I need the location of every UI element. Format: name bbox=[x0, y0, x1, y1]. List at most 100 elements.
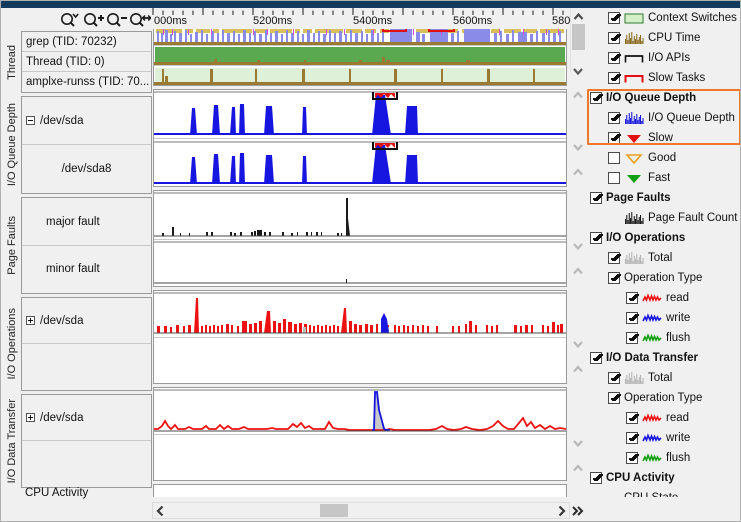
timeline-chart-area[interactable] bbox=[152, 29, 570, 497]
horizontal-scrollbar[interactable] bbox=[152, 502, 570, 519]
track-row-dev-sda-ops[interactable]: /dev/sda bbox=[22, 298, 151, 344]
chevron-down-icon[interactable] bbox=[572, 66, 584, 76]
legend-checkbox-page-faults-group[interactable] bbox=[590, 192, 602, 204]
track-row-dev-sda-transfer[interactable]: /dev/sda bbox=[22, 395, 151, 441]
zoom-fit-icon[interactable] bbox=[128, 10, 151, 28]
legend-checkbox-io-data-transfer-group[interactable] bbox=[590, 352, 602, 364]
legend-item-io-operations-total[interactable]: Total bbox=[586, 248, 740, 268]
legend-checkbox-context-switches[interactable] bbox=[608, 12, 620, 24]
legend-item-io-operations-write[interactable]: write bbox=[586, 308, 740, 328]
legend-item-io-data-transfer-total[interactable]: Total bbox=[586, 368, 740, 388]
track-row-major-fault[interactable]: major fault bbox=[22, 198, 151, 246]
chart-row-major-fault[interactable] bbox=[154, 191, 566, 239]
track-row-dev-sda-queue[interactable]: /dev/sda bbox=[22, 97, 151, 145]
vertical-scrollbar[interactable] bbox=[570, 8, 585, 72]
chart-row-grep-tid-70232[interactable] bbox=[154, 29, 566, 45]
track-row[interactable]: grep (TID: 70232) bbox=[22, 32, 151, 52]
chart-row-dev-sda-operations[interactable] bbox=[154, 291, 566, 337]
legend-item-page-faults-group[interactable]: Page Faults bbox=[586, 188, 740, 208]
legend-item-context-switches[interactable]: Context Switches bbox=[586, 8, 740, 28]
collapse-minus-icon[interactable] bbox=[26, 116, 35, 125]
legend-checkbox-slow[interactable] bbox=[608, 132, 620, 144]
legend-checkbox-io-data-transfer-read[interactable] bbox=[626, 412, 638, 424]
expand-plus-icon[interactable] bbox=[26, 413, 35, 422]
chart-row-dev-sda-queue-depth[interactable] bbox=[154, 90, 566, 138]
timeline-ruler[interactable]: 000ms 5200ms 5400ms 5600ms 5800ms bbox=[152, 8, 570, 29]
vertical-scrollbar-thumb[interactable] bbox=[572, 24, 585, 50]
legend-item-io-queue-depth-group[interactable]: I/O Queue Depth bbox=[586, 88, 740, 108]
chart-row-cpu-activity[interactable] bbox=[154, 485, 566, 497]
chevron-up-icon[interactable] bbox=[572, 364, 584, 374]
chevron-up-icon[interactable] bbox=[573, 12, 584, 22]
track-row-minor-fault[interactable]: minor fault bbox=[22, 246, 151, 292]
track-row-dev-sda8-queue[interactable]: /dev/sda8 bbox=[22, 145, 151, 192]
legend-tree[interactable]: Context Switches CPU Time I/O APIs Slow Tas… bbox=[586, 8, 740, 497]
legend-item-io-operations-group[interactable]: I/O Operations bbox=[586, 228, 740, 248]
track-row[interactable]: amplxe-runss (TID: 70... bbox=[22, 72, 151, 92]
zoom-out-icon[interactable] bbox=[105, 10, 128, 28]
legend-item-io-data-transfer-group[interactable]: I/O Data Transfer bbox=[586, 348, 740, 368]
legend-item-io-operations-flush[interactable]: flush bbox=[586, 328, 740, 348]
legend-item-io-apis[interactable]: I/O APIs bbox=[586, 48, 740, 68]
legend-item-io-data-transfer-write[interactable]: write bbox=[586, 428, 740, 448]
expand-plus-icon[interactable] bbox=[26, 316, 35, 325]
chart-row-thread-tid-0[interactable] bbox=[154, 45, 566, 65]
track-row-transfer-empty[interactable] bbox=[22, 441, 151, 487]
legend-item-slow-tasks[interactable]: Slow Tasks bbox=[586, 68, 740, 88]
legend-checkbox-io-operations-total[interactable] bbox=[608, 252, 620, 264]
chevron-down-icon[interactable] bbox=[572, 241, 584, 251]
legend-item-io-operations-operation-type[interactable]: Operation Type bbox=[586, 268, 740, 288]
legend-item-cpu-time[interactable]: CPU Time bbox=[586, 28, 740, 48]
chart-row-operations-blank[interactable] bbox=[154, 337, 566, 383]
legend-item-io-data-transfer-flush[interactable]: flush bbox=[586, 448, 740, 468]
legend-checkbox-io-data-transfer-operation-type[interactable] bbox=[608, 392, 620, 404]
chart-row-transfer-blank[interactable] bbox=[154, 434, 566, 480]
legend-checkbox-io-operations-write[interactable] bbox=[626, 312, 638, 324]
legend-checkbox-io-operations-group[interactable] bbox=[590, 232, 602, 244]
chevron-left-icon[interactable] bbox=[155, 505, 166, 517]
chevron-down-icon[interactable] bbox=[572, 438, 584, 448]
chevron-up-icon[interactable] bbox=[572, 167, 584, 177]
horizontal-scrollbar-thumb[interactable] bbox=[320, 504, 348, 517]
legend-checkbox-io-operations-flush[interactable] bbox=[626, 332, 638, 344]
legend-item-good[interactable]: Good bbox=[586, 148, 740, 168]
legend-item-fast[interactable]: Fast bbox=[586, 168, 740, 188]
legend-checkbox-io-queue-depth-group[interactable] bbox=[590, 92, 602, 104]
legend-checkbox-io-operations-operation-type[interactable] bbox=[608, 272, 620, 284]
chevron-down-icon[interactable] bbox=[572, 142, 584, 152]
legend-item-io-data-transfer-read[interactable]: read bbox=[586, 408, 740, 428]
chart-row-dev-sda8-queue-depth[interactable] bbox=[154, 138, 566, 186]
chevron-down-icon[interactable] bbox=[572, 339, 584, 349]
legend-checkbox-io-queue-depth-series[interactable] bbox=[608, 112, 620, 124]
legend-item-io-queue-depth-series[interactable]: I/O Queue Depth bbox=[586, 108, 740, 128]
legend-item-io-operations-read[interactable]: read bbox=[586, 288, 740, 308]
chevron-up-icon[interactable] bbox=[572, 90, 584, 100]
legend-checkbox-cpu-time[interactable] bbox=[608, 32, 620, 44]
chevron-right-icon[interactable] bbox=[556, 505, 567, 517]
legend-checkbox-cpu-activity-group[interactable] bbox=[590, 472, 602, 484]
legend-checkbox-fast[interactable] bbox=[608, 172, 620, 184]
legend-item-slow[interactable]: Slow bbox=[586, 128, 740, 148]
chart-row-dev-sda-transfer[interactable] bbox=[154, 388, 566, 434]
legend-checkbox-good[interactable] bbox=[608, 152, 620, 164]
zoom-in-icon[interactable] bbox=[82, 10, 105, 28]
track-row-ops-empty[interactable] bbox=[22, 344, 151, 390]
chevron-up-icon[interactable] bbox=[572, 266, 584, 276]
legend-checkbox-io-data-transfer-write[interactable] bbox=[626, 432, 638, 444]
legend-checkbox-io-data-transfer-flush[interactable] bbox=[626, 452, 638, 464]
legend-checkbox-io-apis[interactable] bbox=[608, 52, 620, 64]
chart-row-minor-fault[interactable] bbox=[154, 239, 566, 285]
track-row[interactable]: Thread (TID: 0) bbox=[22, 52, 151, 72]
legend-item-cpu-activity-group[interactable]: CPU Activity bbox=[586, 468, 740, 488]
expand-right-icon[interactable] bbox=[571, 504, 585, 518]
legend-checkbox-io-data-transfer-total[interactable] bbox=[608, 372, 620, 384]
zoom-region-icon[interactable] bbox=[59, 10, 82, 28]
legend-item-cpu-state[interactable]: CPU State bbox=[586, 488, 740, 497]
legend-item-io-data-transfer-operation-type[interactable]: Operation Type bbox=[586, 388, 740, 408]
legend-item-label: Total bbox=[648, 252, 673, 264]
legend-checkbox-io-operations-read[interactable] bbox=[626, 292, 638, 304]
chart-row-amplxe-runss[interactable] bbox=[154, 65, 566, 85]
legend-checkbox-slow-tasks[interactable] bbox=[608, 72, 620, 84]
chevron-up-icon[interactable] bbox=[572, 463, 584, 473]
legend-item-page-fault-count[interactable]: Page Fault Count bbox=[586, 208, 740, 228]
